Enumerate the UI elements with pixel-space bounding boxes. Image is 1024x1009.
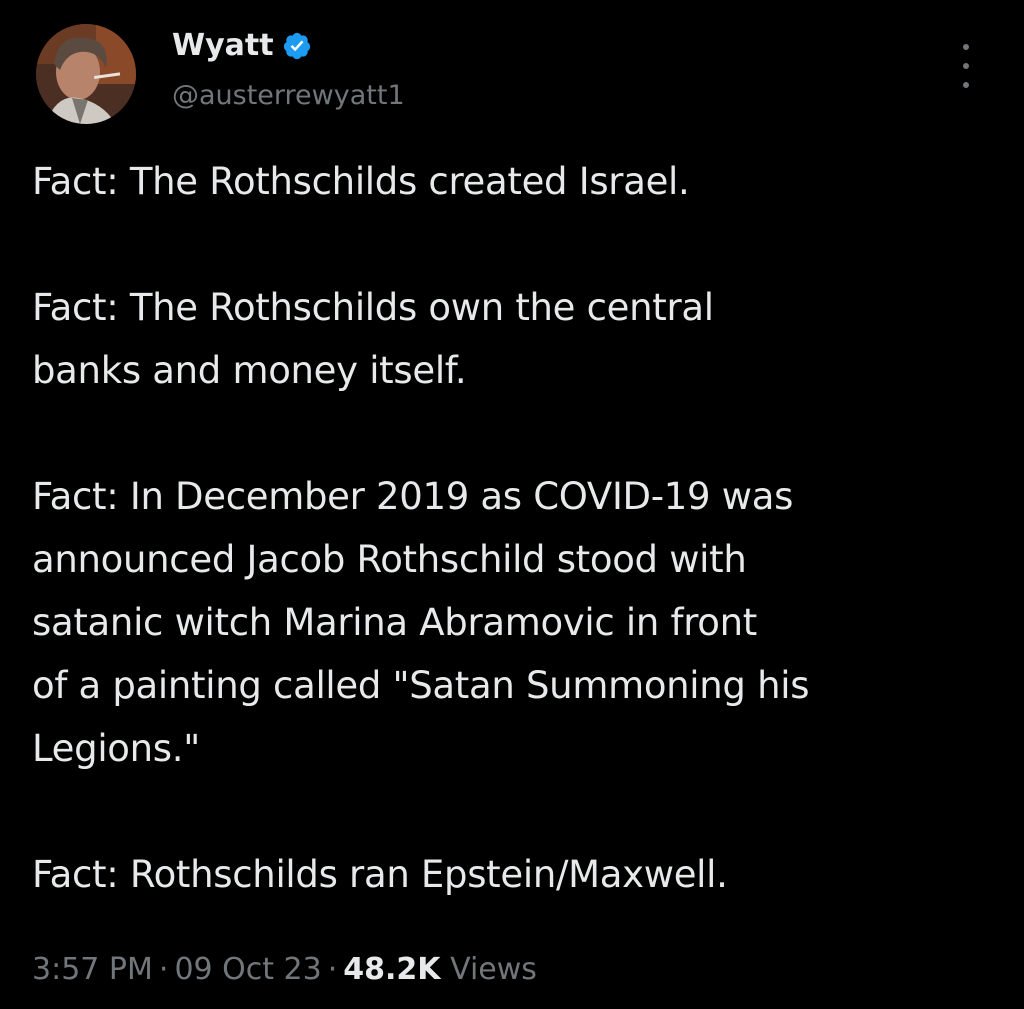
avatar[interactable] [36, 24, 136, 124]
views-count[interactable]: 48.2K [343, 952, 440, 987]
more-dot [963, 82, 969, 88]
meta-separator: · [158, 952, 169, 987]
tweet-paragraph: Fact: Rothschilds ran Epstein/Maxwell. [32, 853, 728, 896]
tweet-time[interactable]: 3:57 PM [32, 952, 153, 987]
more-options-icon[interactable] [952, 44, 980, 88]
author-handle[interactable]: @austerrewyatt1 [172, 78, 405, 114]
more-dot [963, 44, 969, 50]
tweet-date[interactable]: 09 Oct 23 [174, 952, 321, 987]
tweet-paragraph: Fact: In December 2019 as COVID-19 was a… [32, 475, 810, 770]
meta-separator: · [327, 952, 338, 987]
more-dot [963, 63, 969, 69]
author-display-name[interactable]: Wyatt [172, 26, 274, 66]
tweet-paragraph: Fact: The Rothschilds own the central ba… [32, 286, 714, 392]
verified-badge-icon [283, 32, 310, 60]
tweet-text: Fact: The Rothschilds created Israel. Fa… [32, 150, 992, 906]
tweet-paragraph: Fact: The Rothschilds created Israel. [32, 160, 690, 203]
author-name-row[interactable]: Wyatt [172, 26, 312, 66]
avatar-photo-icon [36, 24, 136, 124]
views-label: Views [450, 952, 537, 987]
tweet-card: Wyatt @austerrewyatt1 Fact: The Rothschi… [0, 0, 1024, 1009]
tweet-meta: 3:57 PM · 09 Oct 23 · 48.2K Views [32, 948, 537, 992]
